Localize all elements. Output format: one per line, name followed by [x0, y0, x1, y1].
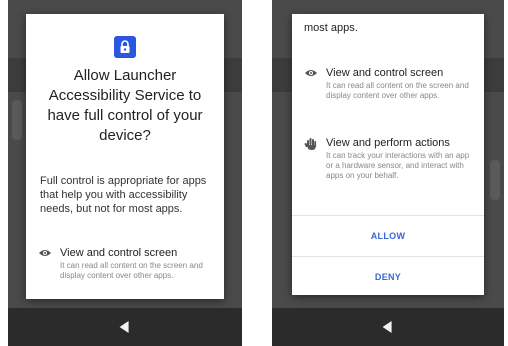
dialog-body-text-end: most apps. [304, 22, 358, 34]
dimmed-background-card [490, 160, 500, 200]
dialog-body-text: Full control is appropriate for apps tha… [40, 175, 207, 215]
permission-description: It can read all content on the screen an… [326, 81, 469, 100]
navigation-bar [272, 308, 504, 346]
permission-dialog: Allow Launcher Accessibility Service to … [26, 14, 224, 299]
permission-view-control-screen: View and control screen It can read all … [38, 246, 216, 296]
eye-icon [305, 70, 317, 76]
permission-title: View and control screen [326, 67, 444, 79]
hand-icon [304, 138, 317, 150]
allow-button[interactable]: ALLOW [292, 216, 484, 256]
back-icon[interactable] [119, 321, 129, 333]
permission-view-control-screen: View and control screen It can read all … [304, 66, 476, 112]
phone-screen-left: Allow Launcher Accessibility Service to … [8, 0, 242, 346]
permission-title: View and control screen [60, 247, 178, 259]
permission-description: It can track your interactions with an a… [326, 151, 470, 180]
permission-description: It can read all content on the screen an… [60, 261, 203, 280]
dimmed-background-card [12, 100, 22, 140]
dialog-title: Allow Launcher Accessibility Service to … [47, 67, 203, 144]
navigation-bar [8, 308, 242, 346]
eye-icon [39, 250, 51, 256]
permission-dialog-scrolled: most apps. View and control screen It ca… [292, 14, 484, 295]
phone-screen-right: most apps. View and control screen It ca… [272, 0, 504, 346]
deny-button[interactable]: DENY [292, 257, 484, 295]
back-icon[interactable] [382, 321, 392, 333]
permission-title: View and perform actions [326, 137, 450, 149]
permission-view-perform-actions: View and perform actions It can track yo… [304, 136, 476, 202]
lock-icon [114, 36, 136, 58]
